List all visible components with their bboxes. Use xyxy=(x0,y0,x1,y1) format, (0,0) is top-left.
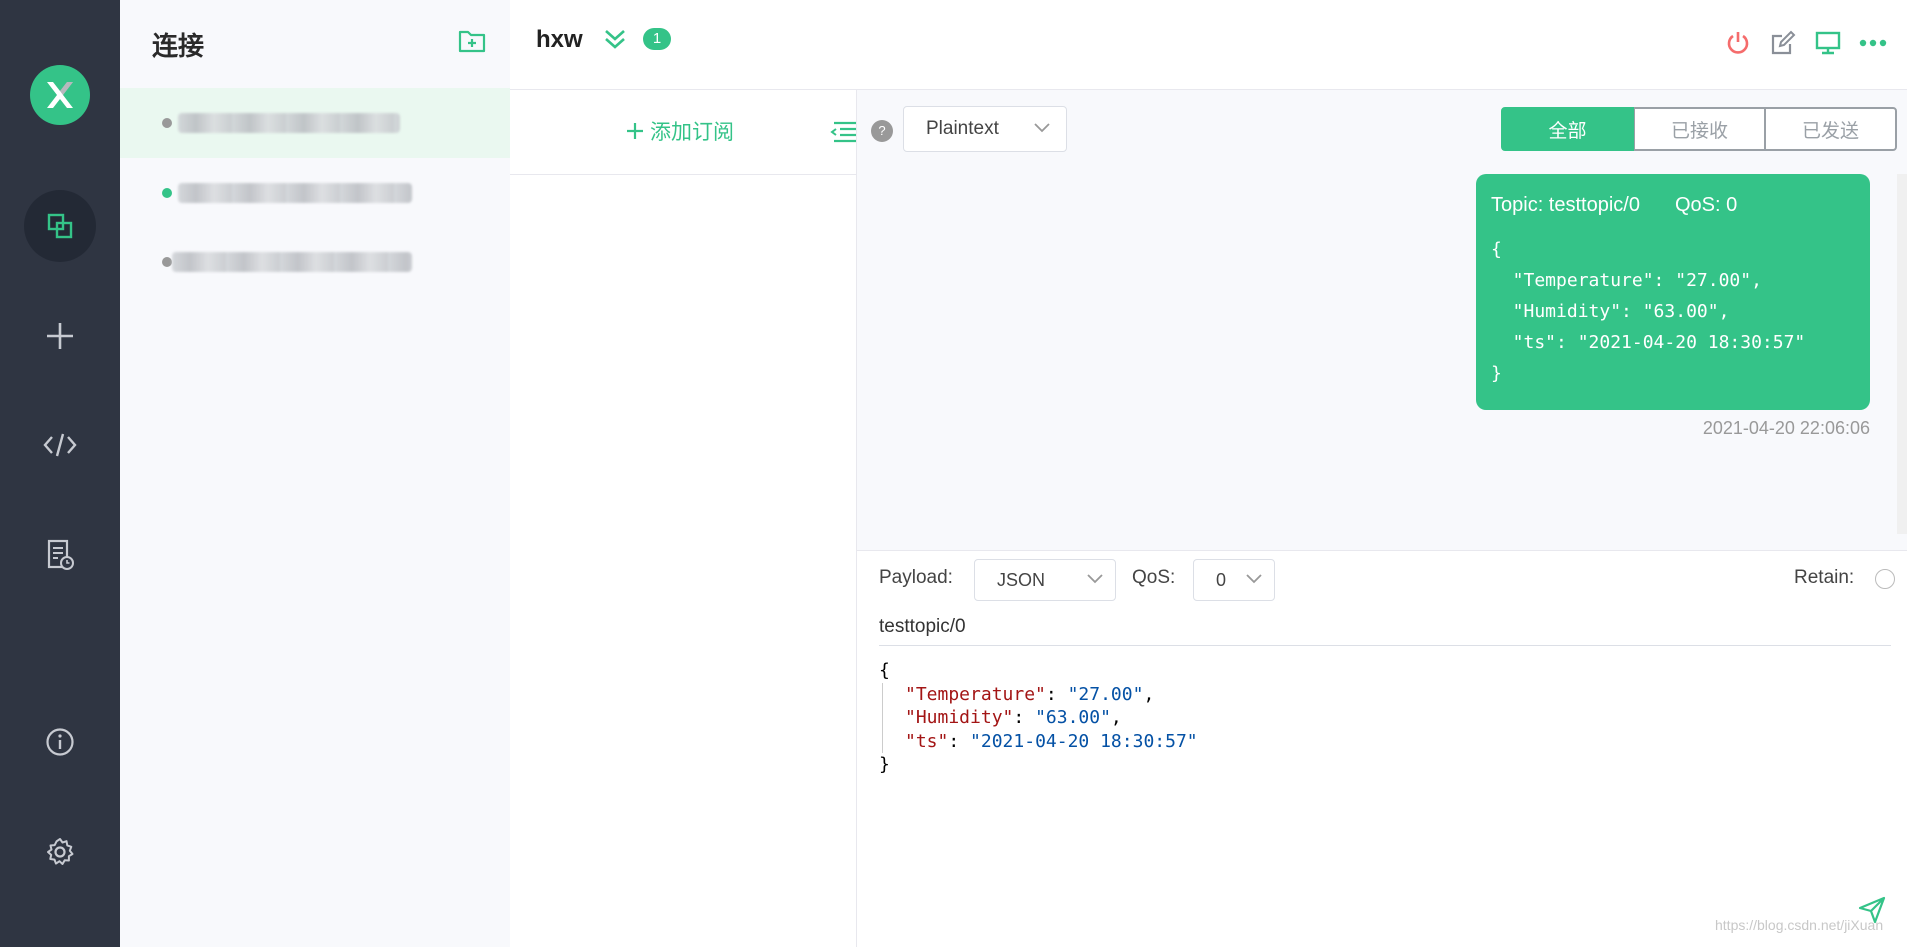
json-value: "2021-04-20 18:30:57" xyxy=(970,730,1198,752)
chevron-down-icon xyxy=(1087,574,1103,584)
connection-name: hxw xyxy=(536,26,583,53)
new-group-button[interactable] xyxy=(458,28,486,59)
count-badge: 1 xyxy=(643,28,671,50)
payload-line: "Temperature": "27.00", xyxy=(882,682,1889,706)
edit-icon xyxy=(1771,30,1796,55)
collapse-subscriptions-button[interactable] xyxy=(828,120,856,149)
json-key: "ts" xyxy=(905,730,949,752)
connections-nav-button[interactable] xyxy=(24,190,96,262)
tab-received[interactable]: 已接收 xyxy=(1634,107,1765,151)
message-topic: Topic: testtopic/0 xyxy=(1491,194,1640,216)
script-nav-button[interactable] xyxy=(24,409,96,481)
payload-format-select[interactable]: JSON xyxy=(974,559,1116,601)
expand-button[interactable] xyxy=(603,27,627,56)
disconnect-button[interactable] xyxy=(1723,28,1753,58)
message-qos: QoS: 0 xyxy=(1675,194,1738,216)
messages-scrollbar[interactable] xyxy=(1897,174,1907,534)
view-button[interactable] xyxy=(1813,28,1843,58)
about-nav-button[interactable] xyxy=(24,706,96,778)
subscriptions-panel: 添加订阅 xyxy=(510,90,857,947)
qos-label: QoS: xyxy=(1132,567,1176,588)
json-key: "Humidity" xyxy=(905,707,1014,728)
connection-item[interactable] xyxy=(120,158,510,228)
message-format-value: Plaintext xyxy=(926,118,999,139)
topic-input[interactable] xyxy=(879,609,1891,646)
status-dot xyxy=(162,188,172,198)
double-chevron-icon xyxy=(605,30,625,49)
status-dot xyxy=(162,118,172,128)
help-icon[interactable]: ? xyxy=(871,120,893,142)
message-filter-tabs: 全部 已接收 已发送 xyxy=(1501,107,1897,151)
edit-connection-button[interactable] xyxy=(1768,28,1798,58)
plus-icon xyxy=(47,323,73,349)
settings-icon xyxy=(47,838,74,865)
message-timestamp: 2021-04-20 22:06:06 xyxy=(1702,418,1870,438)
code-icon xyxy=(43,433,77,457)
connections-panel: 连接 xyxy=(120,0,511,947)
add-subscription-label: 添加订阅 xyxy=(650,120,734,144)
payload-format-value: JSON xyxy=(997,570,1046,590)
retain-toggle[interactable] xyxy=(1875,569,1895,589)
log-nav-button[interactable] xyxy=(24,519,96,591)
message-payload: { "Temperature": "27.00", "Humidity": "6… xyxy=(1491,239,1806,384)
json-key: "Temperature" xyxy=(905,683,1046,705)
subscriptions-header: 添加订阅 xyxy=(510,90,856,175)
connection-header: hxw 1 xyxy=(510,0,1907,90)
monitor-icon xyxy=(1815,31,1841,55)
new-folder-icon xyxy=(458,30,486,53)
message-format-select[interactable]: Plaintext xyxy=(903,106,1067,152)
nav-rail xyxy=(0,0,120,947)
connection-name-redacted xyxy=(172,252,412,272)
more-button[interactable] xyxy=(1858,28,1888,58)
plus-icon xyxy=(627,123,643,139)
chevron-down-icon xyxy=(1246,574,1262,584)
payload-line: "ts": "2021-04-20 18:30:57" xyxy=(882,729,1889,753)
payload-editor[interactable]: { "Temperature": "27.00", "Humidity": "6… xyxy=(879,659,1889,859)
sent-message-bubble[interactable]: Topic: testtopic/0 QoS: 0 { "Temperature… xyxy=(1476,174,1870,410)
payload-label: Payload: xyxy=(879,567,953,588)
messages-area: ? Plaintext 全部 已接收 已发送 Topic: testtopic/… xyxy=(857,90,1907,550)
status-dot xyxy=(162,257,172,267)
more-icon xyxy=(1859,39,1887,47)
add-subscription-button[interactable]: 添加订阅 xyxy=(626,116,734,146)
connections-title: 连接 xyxy=(152,32,205,62)
payload-line: { xyxy=(879,660,890,681)
watermark: https://blog.csdn.net/jiXuan xyxy=(1715,917,1884,933)
payload-line: "Humidity": "63.00", xyxy=(882,706,1889,730)
new-connection-nav-button[interactable] xyxy=(24,300,96,372)
connection-name-redacted xyxy=(178,113,400,133)
connection-item[interactable] xyxy=(120,88,510,158)
json-value: "27.00" xyxy=(1067,683,1144,705)
collapse-icon xyxy=(830,121,856,143)
qos-select[interactable]: 0 xyxy=(1193,559,1275,601)
publish-composer: Payload: JSON QoS: 0 Retain: { "Temperat… xyxy=(857,550,1907,948)
qos-value: 0 xyxy=(1216,570,1227,590)
log-icon xyxy=(47,539,74,570)
retain-label: Retain: xyxy=(1794,567,1855,588)
json-value: "63.00" xyxy=(1035,707,1111,728)
connection-name-redacted xyxy=(178,183,412,203)
payload-line: } xyxy=(879,754,890,775)
tab-sent[interactable]: 已发送 xyxy=(1765,107,1897,151)
chevron-down-icon xyxy=(1034,123,1050,133)
logo-icon xyxy=(30,65,90,125)
connections-icon xyxy=(47,213,73,239)
tab-all[interactable]: 全部 xyxy=(1501,107,1634,151)
power-icon xyxy=(1727,32,1749,54)
connection-item[interactable] xyxy=(120,230,510,300)
settings-nav-button[interactable] xyxy=(24,816,96,888)
info-icon xyxy=(46,728,74,756)
